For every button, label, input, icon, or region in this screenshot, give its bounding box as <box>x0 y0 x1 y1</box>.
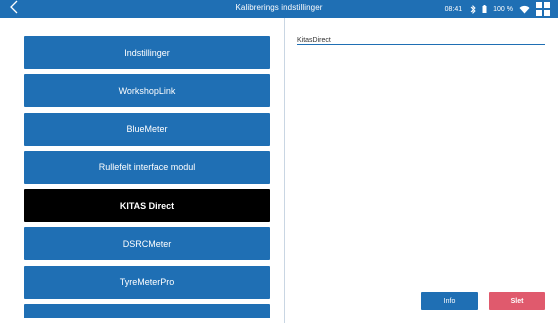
wifi-icon <box>519 5 530 14</box>
menu-item-indstillinger[interactable]: Indstillinger <box>24 36 270 69</box>
settings-menu: Indstillinger WorkshopLink BlueMeter Rul… <box>24 36 270 318</box>
top-bar: Kalibrerings indstillinger 08:41 100 % <box>0 0 558 18</box>
menu-item-partial[interactable] <box>24 304 270 318</box>
panel-divider <box>284 18 285 323</box>
menu-item-kitas-direct[interactable]: KITAS Direct <box>24 189 270 223</box>
battery-icon <box>482 5 487 13</box>
menu-item-rullefelt-interface-modul[interactable]: Rullefelt interface modul <box>24 150 270 184</box>
menu-item-workshoplink[interactable]: WorkshopLink <box>24 74 270 108</box>
menu-item-dsrcmeter[interactable]: DSRCMeter <box>24 227 270 261</box>
app-grid-icon[interactable] <box>536 2 550 16</box>
delete-button[interactable]: Slet <box>489 292 545 310</box>
status-area: 08:41 100 % <box>445 2 550 16</box>
menu-item-bluemeter[interactable]: BlueMeter <box>24 112 270 146</box>
status-time: 08:41 <box>444 5 463 13</box>
bluetooth-icon <box>470 4 476 14</box>
battery-level: 100 % <box>493 5 513 13</box>
info-button[interactable]: Info <box>421 292 478 310</box>
menu-item-tyremeterpro[interactable]: TyreMeterPro <box>24 265 270 299</box>
detail-underline <box>297 44 545 45</box>
detail-title: KitasDirect <box>297 37 331 44</box>
